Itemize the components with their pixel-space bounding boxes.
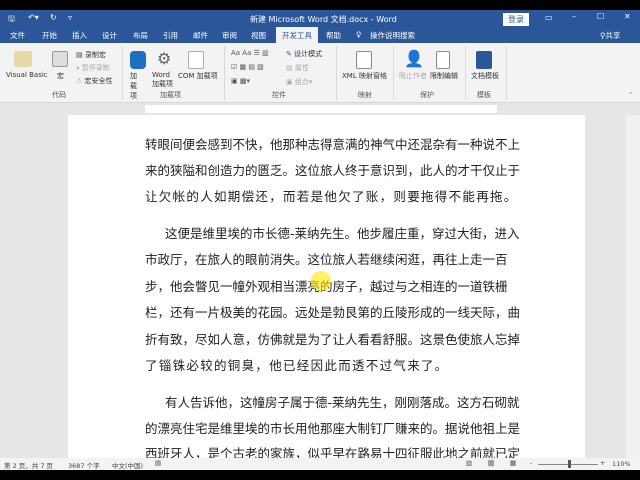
divider: [465, 46, 466, 100]
document-template-icon: [476, 51, 492, 69]
pause-recording-button: ⏸ 暂停录制: [76, 64, 110, 72]
properties-button: ▤ 属性: [286, 64, 309, 72]
visual-basic-button[interactable]: Visual Basic: [6, 71, 48, 79]
group-label-code: 代码: [52, 91, 66, 99]
status-bar: 第 2 页，共 7 页 3687 个字 中文(中国) ▤ ▥ ▤ ▦ - + 1…: [0, 458, 640, 470]
undo-icon[interactable]: ↶▾: [28, 13, 39, 22]
design-mode-icon: ✎: [286, 50, 292, 58]
visual-basic-icon: [14, 51, 32, 67]
xml-mapping-icon: [356, 51, 372, 69]
share-button[interactable]: ⚲共享: [600, 30, 621, 41]
macros-button[interactable]: 宏: [57, 71, 64, 81]
zoom-slider-thumb[interactable]: [568, 460, 571, 468]
com-addins-button[interactable]: COM 加载项: [178, 71, 218, 81]
warning-icon: ⚠: [76, 77, 83, 85]
tab-review[interactable]: 审阅: [222, 30, 237, 41]
document-area: 转眼间便会感到不快，他那种志得意满的神气中还混杂有一种说不上 来的狭隘和创造力的…: [0, 115, 640, 458]
text-line: 西班牙人，是个古老的家族，似乎早在路易十四征服此地之前就已定: [145, 446, 521, 458]
legacy-tools-icons[interactable]: ▣ ▩▾: [231, 77, 250, 85]
web-layout-icon[interactable]: ▦: [510, 459, 516, 467]
tell-me-search[interactable]: 操作说明搜索: [370, 30, 415, 41]
addins-button[interactable]: 加载项: [130, 71, 142, 101]
cursor-highlight: [311, 271, 331, 291]
macro-security-button[interactable]: ⚠ 宏安全性: [76, 76, 113, 86]
language[interactable]: 中文(中国): [112, 460, 143, 470]
divider: [393, 46, 394, 100]
zoom-in-button[interactable]: +: [600, 459, 605, 467]
text-line: 这便是维里埃的市长德-莱纳先生。他步履庄重，穿过大街，进入: [165, 226, 520, 241]
text-line: 折有致，尽如人意，仿佛就是为了让人看看舒服。这景色使旅人忘掉: [145, 332, 521, 347]
ruler-text-area: [145, 105, 497, 113]
document-template-button[interactable]: 文档模板: [471, 71, 499, 81]
window-title: 新建 Microsoft Word 文档.docx - Word: [250, 15, 397, 24]
vertical-scrollbar[interactable]: [626, 115, 640, 458]
print-layout-icon[interactable]: ▤: [488, 459, 495, 467]
document-page[interactable]: 转眼间便会感到不快，他那种志得意满的神气中还混杂有一种说不上 来的狭隘和创造力的…: [68, 115, 585, 458]
block-authors-button: 阻止作者: [399, 72, 427, 80]
zoom-level[interactable]: 110%: [612, 460, 631, 468]
group-label-addins: 加载项: [160, 91, 181, 99]
tab-file[interactable]: 文件: [10, 30, 25, 41]
group-label-protect: 保护: [420, 91, 434, 99]
ribbon: Visual Basic 宏 ▤ 录制宏 ⏸ 暂停录制 ⚠ 宏安全性 代码 加载…: [0, 43, 640, 103]
read-mode-icon[interactable]: ▥: [466, 459, 472, 467]
horizontal-ruler[interactable]: [0, 103, 640, 115]
collapse-ribbon-icon[interactable]: ⌃: [628, 91, 634, 99]
proofing-icon[interactable]: ▤: [155, 459, 161, 467]
text-line: 有人告诉他，这幢房子属于德-莱纳先生，刚刚落成。这方石砌就: [165, 395, 520, 410]
tab-mailings[interactable]: 邮件: [193, 30, 208, 41]
customize-qat-icon[interactable]: ▿: [68, 13, 72, 22]
macro-icon: [52, 51, 68, 67]
text-line: 的漂亮住宅是维里埃的市长用他那座大制钉厂赚来的。据说他祖上是: [145, 421, 521, 436]
com-addins-icon: [188, 51, 204, 69]
tab-references[interactable]: 引用: [163, 30, 178, 41]
group-label-mapping: 映射: [358, 91, 372, 99]
group-label-controls: 控件: [272, 91, 286, 99]
text-line: 了锱铢必较的铜臭，他已经因此而透不过气来了。: [145, 358, 449, 373]
text-line: 让欠帐的人如期偿还，而若是他欠了账，则要拖得不能再拖。: [145, 189, 518, 204]
ribbon-display-icon[interactable]: ▭: [545, 13, 553, 22]
title-bar: 🖫 ↶▾ ↻ ▿ 新建 Microsoft Word 文档.docx - Wor…: [0, 10, 640, 27]
word-count[interactable]: 3687 个字: [68, 460, 100, 470]
tab-view[interactable]: 视图: [251, 30, 266, 41]
group-button: ▣ 组合▾: [286, 78, 313, 86]
design-mode-button[interactable]: ✎ 设计模式: [286, 49, 322, 59]
xml-mapping-pane-button[interactable]: XML 映射窗格: [342, 71, 387, 81]
divider: [224, 46, 225, 100]
word-addins-button[interactable]: Word 加载项: [152, 71, 174, 89]
tab-design[interactable]: 设计: [102, 30, 117, 41]
text-line: 来的狭隘和创造力的匮乏。这位旅人终于意识到，此人的才干仅止于: [145, 163, 521, 178]
group-label-templates: 模板: [477, 91, 491, 99]
save-icon[interactable]: 🖫: [8, 13, 15, 27]
close-button[interactable]: ✕: [624, 12, 631, 21]
zoom-out-button[interactable]: -: [530, 459, 532, 467]
tab-insert[interactable]: 插入: [72, 30, 87, 41]
tab-layout[interactable]: 布局: [133, 30, 148, 41]
text-line: 转眼间便会感到不快，他那种志得意满的神气中还混杂有一种说不上: [145, 137, 521, 152]
content-controls-icons[interactable]: Aa Aa ☰ ▥: [231, 49, 269, 57]
divider: [506, 46, 507, 100]
checkbox-control-icons[interactable]: ☑ ▦ ▤ ▧: [231, 63, 264, 71]
block-authors-icon: 👤: [404, 49, 424, 68]
addins-icon: [130, 51, 146, 69]
login-button[interactable]: 登录: [503, 13, 529, 26]
restrict-editing-icon: [436, 51, 450, 69]
divider: [336, 46, 337, 100]
minimize-button[interactable]: –: [572, 12, 576, 21]
tab-help[interactable]: 帮助: [326, 30, 341, 41]
text-line: 栏，还有一片极美的花园。远处是勃艮第的丘陵形成的一线天际，曲: [145, 305, 521, 320]
gear-icon: ⚙: [157, 49, 172, 68]
record-macro-button[interactable]: ▤ 录制宏: [76, 50, 106, 60]
tab-home[interactable]: 开始: [42, 30, 57, 41]
divider: [122, 46, 123, 100]
page-count[interactable]: 第 2 页，共 7 页: [4, 460, 53, 470]
maximize-button[interactable]: ☐: [597, 12, 604, 21]
restrict-editing-button[interactable]: 限制编辑: [430, 71, 458, 81]
ribbon-tabs: 文件 开始 插入 设计 布局 引用 邮件 审阅 视图 开发工具 帮助 ♀ 操作说…: [0, 27, 640, 43]
lightbulb-icon: ♀: [356, 30, 362, 39]
text-line: 市政厅，在旅人的眼前消失。这位旅人若继续闲逛，再往上走一百: [145, 252, 508, 267]
redo-icon[interactable]: ↻: [50, 13, 57, 22]
tab-developer[interactable]: 开发工具: [276, 27, 318, 43]
